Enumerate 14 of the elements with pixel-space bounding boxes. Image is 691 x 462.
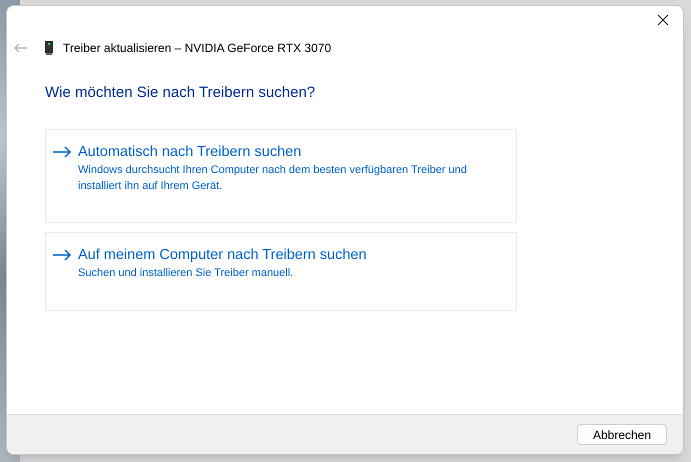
graphics-card-icon	[45, 41, 53, 55]
option-title: Automatisch nach Treibern suchen	[78, 142, 302, 162]
cancel-button[interactable]: Abbrechen	[577, 424, 667, 445]
arrow-right-icon	[52, 146, 72, 158]
arrow-right-icon	[52, 248, 72, 260]
dialog-heading: Wie möchten Sie nach Treibern suchen?	[45, 83, 316, 103]
option-description: Windows durchsucht Ihren Computer nach dem besten verfügbaren Treiber und installiert ihn auf Ihrem Gerät.	[78, 162, 468, 194]
back-arrow-icon	[14, 43, 28, 53]
close-icon	[658, 15, 668, 25]
option-title: Auf meinem Computer nach Treibern suchen	[78, 246, 368, 264]
search-option[interactable]: Automatisch nach Treibern suchen Windows durchsucht Ihren Computer nach dem besten verfügbaren Treiber und installiert ihn auf Ihrem Gerät.	[45, 128, 517, 222]
option-description: Suchen und installieren Sie Treiber manuell.	[78, 266, 294, 280]
dialog-title: Treiber aktualisieren – NVIDIA GeForce RTX 3070	[63, 40, 332, 57]
search-option[interactable]: Auf meinem Computer nach Treibern suchen Suchen und installieren Sie Treiber manuell.	[45, 232, 517, 310]
